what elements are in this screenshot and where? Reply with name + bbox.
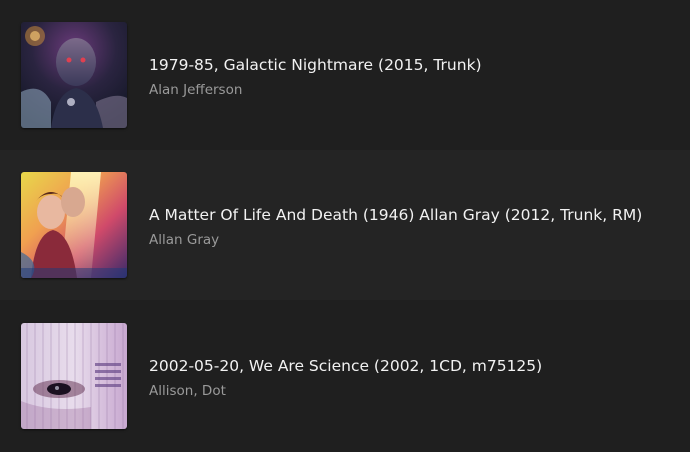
album-text: 1979-85, Galactic Nightmare (2015, Trunk…: [149, 55, 680, 99]
album-cover-galactic-nightmare: [21, 22, 127, 128]
album-artist[interactable]: Allison, Dot: [149, 382, 680, 400]
album-cover-art[interactable]: [21, 22, 127, 128]
album-row[interactable]: 1979-85, Galactic Nightmare (2015, Trunk…: [0, 0, 690, 150]
album-text: 2002-05-20, We Are Science (2002, 1CD, m…: [149, 356, 680, 400]
album-cover-art[interactable]: [21, 172, 127, 278]
album-list: 1979-85, Galactic Nightmare (2015, Trunk…: [0, 0, 690, 452]
album-artist[interactable]: Allan Gray: [149, 231, 680, 249]
album-text: A Matter Of Life And Death (1946) Allan …: [149, 205, 680, 249]
album-row[interactable]: A Matter Of Life And Death (1946) Allan …: [0, 150, 690, 300]
album-title[interactable]: A Matter Of Life And Death (1946) Allan …: [149, 205, 680, 225]
album-title[interactable]: 2002-05-20, We Are Science (2002, 1CD, m…: [149, 356, 680, 376]
album-title[interactable]: 1979-85, Galactic Nightmare (2015, Trunk…: [149, 55, 680, 75]
album-cover-we-are-science: [21, 323, 127, 429]
album-cover-matter-of-life-and-death: [21, 172, 127, 278]
album-artist[interactable]: Alan Jefferson: [149, 81, 680, 99]
album-row[interactable]: 2002-05-20, We Are Science (2002, 1CD, m…: [0, 300, 690, 452]
album-cover-art[interactable]: [21, 323, 127, 429]
